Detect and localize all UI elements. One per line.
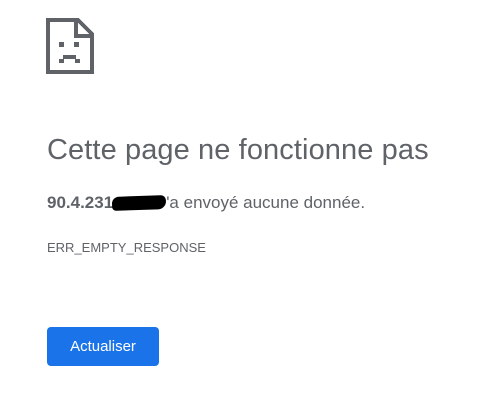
reload-button[interactable]: Actualiser [47,327,159,366]
error-message: 90.4.231 'a envoyé aucune donnée. [47,193,365,213]
sad-page-icon [46,18,94,74]
redaction-mark [111,195,167,211]
message-text: 'a envoyé aucune donnée. [166,193,366,212]
page-title: Cette page ne fonctionne pas [47,134,429,166]
host-address: 90.4.231 [47,193,114,212]
error-page: Cette page ne fonctionne pas 90.4.231 'a … [0,0,504,409]
error-code: ERR_EMPTY_RESPONSE [47,240,206,255]
